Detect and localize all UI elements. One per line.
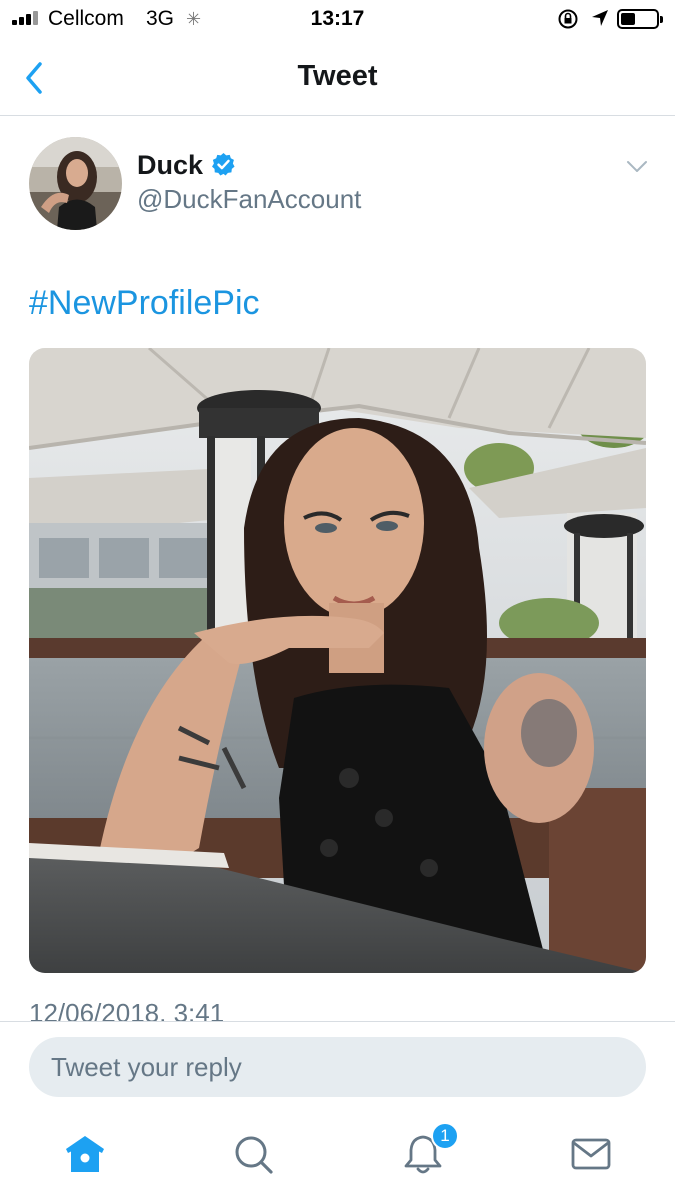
- display-name[interactable]: Duck: [137, 150, 203, 181]
- location-arrow-icon: [592, 10, 608, 26]
- tab-bar: [0, 1110, 675, 1200]
- status-bar: Cellcom 3G ✳ 13:17: [0, 0, 675, 40]
- rotation-lock-icon: [558, 9, 578, 29]
- navigation-bar: Tweet: [0, 40, 675, 116]
- home-icon[interactable]: [63, 1132, 107, 1176]
- avatar[interactable]: [29, 137, 122, 230]
- hashtag-link[interactable]: #NewProfilePic: [29, 284, 260, 323]
- tweet-timestamp: 12/06/2018, 3:41: [29, 998, 225, 1022]
- tweet-photo[interactable]: [29, 348, 646, 973]
- notifications-badge: 1: [431, 1122, 459, 1150]
- page-title: Tweet: [297, 60, 378, 92]
- messages-icon[interactable]: [569, 1132, 613, 1176]
- divider: [0, 1021, 675, 1022]
- chevron-down-icon[interactable]: [626, 160, 648, 174]
- reply-input[interactable]: [29, 1037, 646, 1097]
- user-handle[interactable]: @DuckFanAccount: [137, 184, 361, 215]
- verified-badge-icon: [212, 153, 235, 176]
- battery-icon: [617, 9, 663, 29]
- search-icon[interactable]: [231, 1132, 275, 1176]
